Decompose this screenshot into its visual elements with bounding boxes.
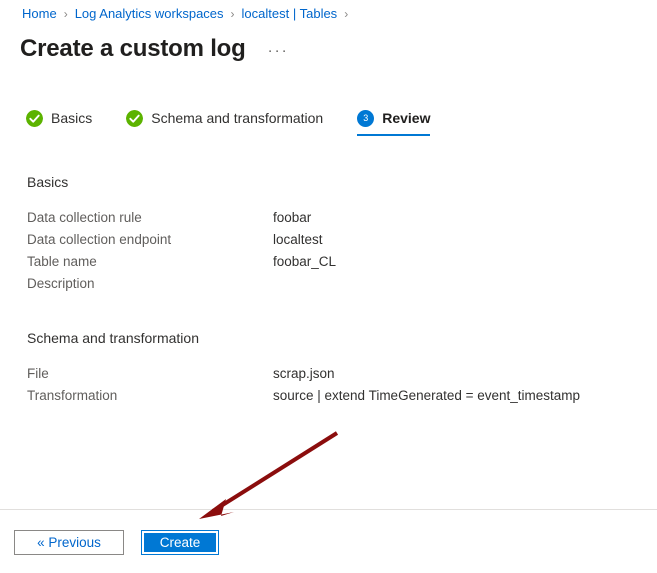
field-value: source | extend TimeGenerated = event_ti… (273, 388, 581, 403)
tab-label-schema-and-transformation: Schema and transformation (151, 110, 324, 126)
footer-divider (0, 509, 657, 510)
footer-actions: « Previous Create (14, 530, 219, 555)
check-circle-icon (126, 110, 144, 127)
chevron-right-icon: › (230, 7, 235, 21)
field-label: Data collection rule (27, 210, 142, 225)
tab-label-basics: Basics (51, 110, 93, 126)
page-title: Create a custom log (20, 35, 246, 62)
review-row-description: Description (27, 273, 336, 295)
section-title-schema-and-transformation: Schema and transformation (27, 330, 199, 346)
more-options-icon[interactable]: ··· (264, 42, 293, 60)
field-label: Transformation (27, 388, 118, 403)
create-button-focus-ring: Create (141, 530, 219, 555)
review-row-file: File scrap.json (27, 363, 580, 385)
tab-review[interactable]: 3 Review (357, 110, 431, 136)
review-section-schema-and-transformation: Schema and transformation File scrap.jso… (27, 329, 580, 407)
chevron-right-icon: › (63, 7, 68, 21)
review-row-transformation: Transformation source | extend TimeGener… (27, 385, 580, 407)
breadcrumb-item-home[interactable]: Home (22, 6, 57, 22)
review-row-table-name: Table name foobar_CL (27, 251, 336, 273)
field-label: File (27, 366, 49, 381)
field-value: foobar_CL (273, 254, 337, 269)
field-value: foobar (273, 210, 312, 225)
section-title-basics: Basics (27, 174, 69, 190)
chevron-right-icon: › (344, 7, 349, 21)
step-number-icon: 3 (357, 110, 375, 127)
check-circle-icon (26, 110, 43, 127)
review-row-data-collection-endpoint: Data collection endpoint localtest (27, 229, 336, 251)
field-label: Table name (27, 254, 97, 269)
review-section-basics: Basics Data collection rule foobar Data … (27, 173, 336, 295)
wizard-tabs: Basics Schema and transformation 3 Revie… (26, 110, 464, 136)
page-header: Create a custom log ··· (20, 34, 293, 64)
field-value: scrap.json (273, 366, 335, 381)
field-label: Data collection endpoint (27, 232, 172, 247)
field-label: Description (27, 276, 95, 291)
tab-schema-and-transformation[interactable]: Schema and transformation (126, 110, 323, 136)
create-button[interactable]: Create (143, 532, 217, 553)
breadcrumb-item-log-analytics-workspaces[interactable]: Log Analytics workspaces (75, 6, 224, 22)
tab-basics[interactable]: Basics (26, 110, 92, 136)
field-value: localtest (273, 232, 323, 247)
breadcrumb: Home › Log Analytics workspaces › localt… (22, 6, 355, 22)
tab-label-review: Review (382, 110, 431, 126)
review-row-data-collection-rule: Data collection rule foobar (27, 207, 336, 229)
breadcrumb-item-localtest-tables[interactable]: localtest | Tables (242, 6, 338, 22)
previous-button[interactable]: « Previous (14, 530, 124, 555)
